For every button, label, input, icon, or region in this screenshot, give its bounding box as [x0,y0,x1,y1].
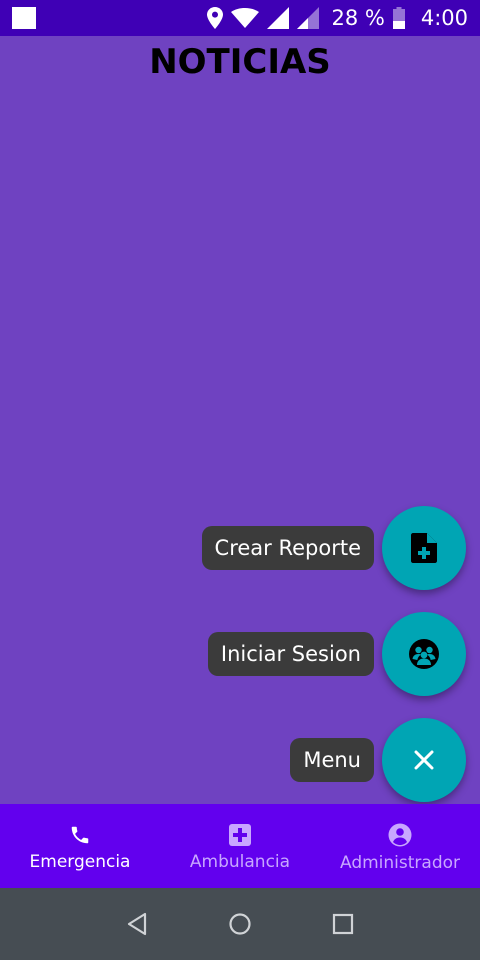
phone-icon [71,826,89,844]
crear-reporte-label[interactable]: Crear Reporte [201,526,374,570]
medical-cross-icon [229,824,251,846]
nav-label-emergencia: Emergencia [29,852,131,872]
nav-item-ambulancia[interactable]: Ambulancia [160,804,320,888]
add-document-icon [411,533,437,563]
signal-icon [267,7,290,29]
iniciar-sesion-label[interactable]: Iniciar Sesion [207,632,374,676]
user-group-icon [409,639,439,669]
status-bar: 28 % 4:00 [0,0,480,36]
nav-label-administrador: Administrador [339,853,460,873]
crear-reporte-action[interactable]: Crear Reporte [201,506,466,590]
nav-item-emergencia[interactable]: Emergencia [0,804,160,888]
home-icon[interactable] [228,912,252,936]
iniciar-sesion-button[interactable] [382,612,466,696]
bottom-navigation: Emergencia Ambulancia Administrador [0,804,480,888]
crear-reporte-button[interactable] [382,506,466,590]
battery-percent: 28 % [331,6,385,30]
nav-item-administrador[interactable]: Administrador [320,804,480,888]
battery-icon [392,7,405,29]
wifi-icon [231,8,260,28]
system-navigation-bar [0,888,480,960]
menu-close-button[interactable] [382,718,466,802]
status-icons: 28 % 4:00 [207,0,468,36]
signal-weak-icon [297,7,320,29]
back-icon[interactable] [126,912,148,936]
nav-label-ambulancia: Ambulancia [189,852,291,872]
page-title: NOTICIAS [149,42,331,82]
location-icon [207,7,224,29]
close-icon [414,750,434,770]
clock: 4:00 [420,6,468,30]
menu-action[interactable]: Menu [290,718,466,802]
menu-label[interactable]: Menu [290,738,374,782]
notification-square-icon [12,7,36,29]
recents-icon[interactable] [332,913,354,935]
account-icon [388,823,412,847]
iniciar-sesion-action[interactable]: Iniciar Sesion [207,612,466,696]
